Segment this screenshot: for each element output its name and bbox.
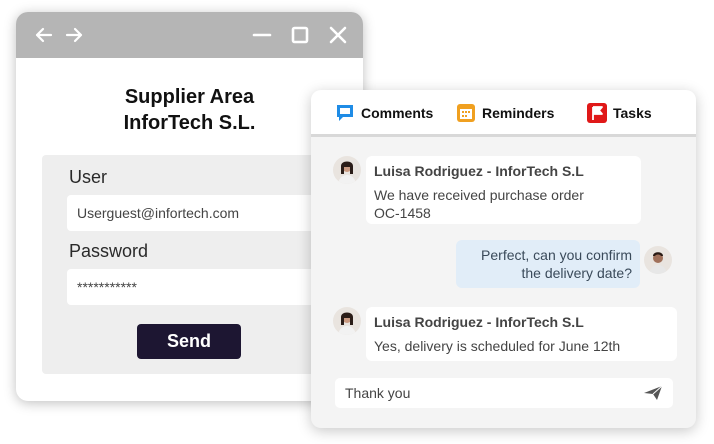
arrow-right-icon[interactable] <box>64 25 84 45</box>
minimize-icon[interactable] <box>252 25 272 45</box>
chat-window: Comments Reminders Tasks Luisa Rodriguez… <box>311 90 696 428</box>
tab-reminders[interactable]: Reminders <box>456 103 554 123</box>
message-text: Yes, delivery is scheduled for June 12th <box>374 338 621 354</box>
send-button[interactable]: Send <box>137 324 241 359</box>
message-input[interactable]: Thank you <box>335 378 673 408</box>
avatar <box>644 246 672 274</box>
arrow-left-icon[interactable] <box>34 25 54 45</box>
user-input[interactable]: Userguest@infortech.com <box>67 195 327 231</box>
maximize-icon[interactable] <box>290 25 310 45</box>
message-text: OC-1458 <box>374 205 431 221</box>
password-label: Password <box>69 241 149 261</box>
message-text: We have received purchase order <box>374 187 584 203</box>
message-bubble-sent: Perfect, can you confirm the delivery da… <box>456 240 640 288</box>
login-form: User Userguest@infortech.com Password **… <box>42 155 332 374</box>
tab-label: Tasks <box>613 105 652 121</box>
tab-comments[interactable]: Comments <box>335 103 433 123</box>
avatar <box>333 307 361 335</box>
send-icon[interactable] <box>643 385 663 404</box>
message-input-text: Thank you <box>345 385 411 401</box>
tab-bar: Comments Reminders Tasks <box>311 90 696 137</box>
tab-label: Reminders <box>482 105 555 121</box>
avatar <box>333 156 361 184</box>
message-text: Perfect, can you confirm <box>481 247 632 263</box>
user-label: User <box>69 167 108 187</box>
close-icon[interactable] <box>328 25 348 45</box>
window-titlebar <box>16 12 363 58</box>
message-bubble: Luisa Rodriguez - InforTech S.L Yes, del… <box>366 307 677 361</box>
calendar-icon <box>456 103 476 123</box>
message-sender: Luisa Rodriguez - InforTech S.L <box>374 314 584 330</box>
tab-tasks[interactable]: Tasks <box>587 103 652 123</box>
comment-icon <box>335 103 355 123</box>
message-bubble: Luisa Rodriguez - InforTech S.L We have … <box>366 156 641 224</box>
flag-icon <box>587 103 607 123</box>
password-input[interactable]: *********** <box>67 269 327 305</box>
tab-label: Comments <box>361 105 434 121</box>
message-text: the delivery date? <box>521 265 632 281</box>
message-sender: Luisa Rodriguez - InforTech S.L <box>374 163 584 179</box>
